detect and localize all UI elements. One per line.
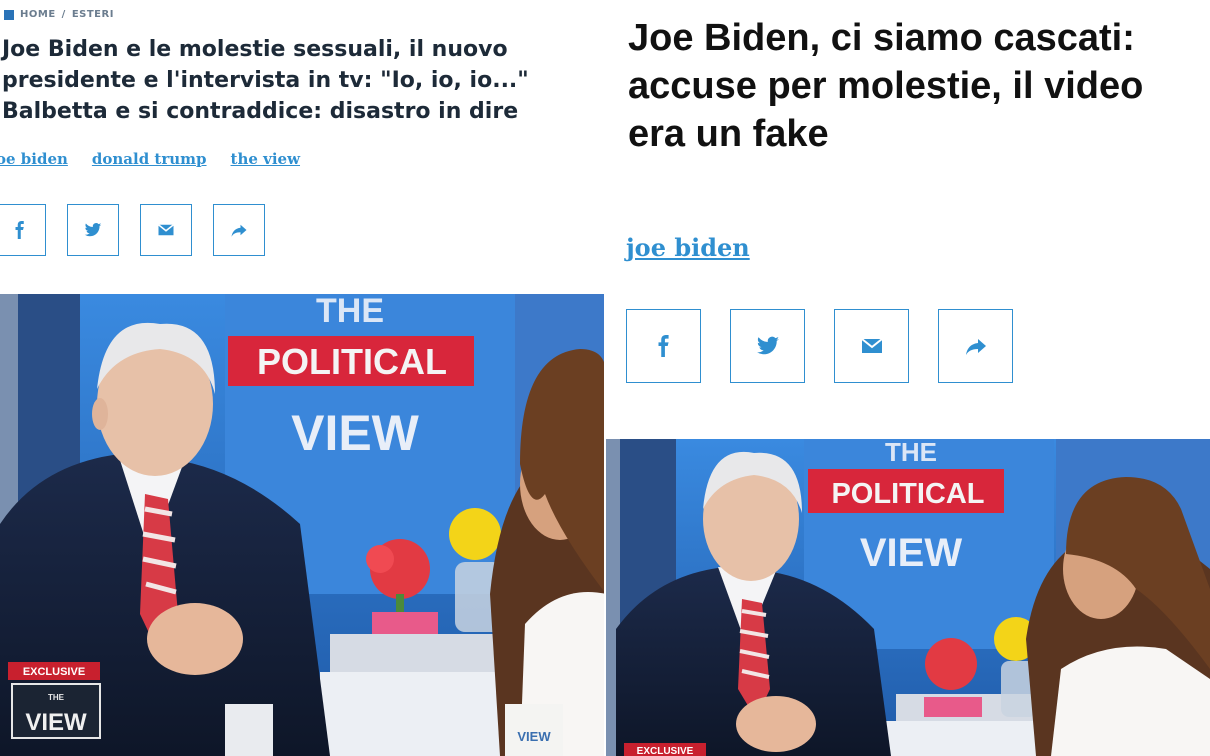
show-title-line3: VIEW: [291, 405, 420, 461]
facebook-icon: [15, 221, 24, 239]
twitter-share-button[interactable]: [730, 309, 805, 383]
article-headline: Joe Biden, ci siamo cascati: accuse per …: [628, 17, 1144, 155]
show-title-line1: THE: [885, 439, 937, 467]
twitter-share-button[interactable]: [67, 204, 119, 256]
tag-joe-biden[interactable]: joe biden: [626, 233, 750, 262]
breadcrumb-marker: [4, 9, 14, 20]
breadcrumb-separator: /: [61, 9, 66, 20]
mail-icon: [860, 338, 883, 353]
left-article-screenshot: HOME / ESTERI Joe Biden e le molestie se…: [0, 0, 606, 756]
headline-line: presidente e l'intervista in tv: "Io, io…: [2, 68, 529, 93]
tag-list: joe biden: [626, 233, 750, 262]
view-logo-small: THE: [48, 693, 65, 702]
show-title-line3: VIEW: [860, 531, 962, 575]
twitter-icon: [756, 336, 779, 355]
mug-logo: VIEW: [517, 729, 551, 744]
email-share-button[interactable]: [140, 204, 192, 256]
show-title-line2: POLITICAL: [257, 341, 447, 382]
tag-the-view[interactable]: the view: [231, 150, 300, 168]
video-player[interactable]: THE POLITICAL VIEW VIEW EXCLUSIVE THE VI…: [0, 294, 606, 756]
show-title-line1: THE: [316, 294, 384, 330]
share-buttons: [0, 204, 265, 256]
email-share-button[interactable]: [834, 309, 909, 383]
more-share-button[interactable]: [938, 309, 1013, 383]
twitter-icon: [84, 223, 102, 237]
more-share-button[interactable]: [213, 204, 265, 256]
video-frame: THE POLITICAL VIEW EXCLUSIVE: [606, 439, 1210, 756]
facebook-icon: [658, 335, 669, 357]
breadcrumb: HOME / ESTERI: [0, 9, 114, 20]
article-headline: Joe Biden e le molestie sessuali, il nuo…: [2, 34, 606, 127]
video-frame: THE POLITICAL VIEW VIEW EXCLUSIVE THE VI…: [0, 294, 606, 756]
view-logo-big: VIEW: [25, 709, 87, 736]
breadcrumb-home[interactable]: HOME: [20, 9, 56, 20]
facebook-share-button[interactable]: [626, 309, 701, 383]
exclusive-badge: EXCLUSIVE: [637, 746, 694, 756]
tag-list: oe biden donald trump the view: [0, 150, 300, 168]
share-icon: [965, 339, 986, 355]
share-buttons: [626, 309, 1013, 383]
video-player[interactable]: THE POLITICAL VIEW EXCLUSIVE: [606, 439, 1210, 756]
headline-line: Balbetta e si contraddice: disastro in d…: [2, 99, 519, 124]
show-title-line2: POLITICAL: [831, 478, 984, 510]
headline-line: Joe Biden e le molestie sessuali, il nuo…: [2, 37, 508, 62]
tag-joe-biden[interactable]: oe biden: [0, 150, 68, 168]
mail-icon: [158, 224, 174, 236]
share-icon: [231, 224, 247, 237]
tag-donald-trump[interactable]: donald trump: [92, 150, 207, 168]
breadcrumb-section[interactable]: ESTERI: [72, 9, 114, 20]
exclusive-badge: EXCLUSIVE: [23, 666, 85, 678]
facebook-share-button[interactable]: [0, 204, 46, 256]
